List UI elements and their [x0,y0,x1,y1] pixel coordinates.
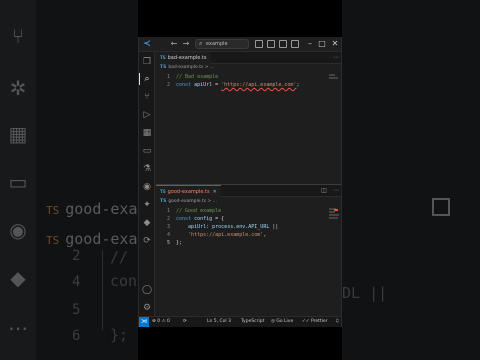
code-line: 3 apiUrl: process.env.API_URL || [166,224,279,230]
status-bar: ⋊ ⊗ 0 ⚠ 0 ⟳ Ln 5, Col 3 TypeScript ◎ Go … [139,316,341,327]
typescript-file-icon: TS [160,55,166,60]
close-tab-icon[interactable]: ✕ [213,189,217,195]
breadcrumb-top: TS bad-example.ts > ... [160,65,215,70]
source-control-icon[interactable]: ⑂ [141,91,153,103]
live-share-icon[interactable]: ⟳ [141,235,153,247]
title-bar: ≺ ← → ⌕ example – □ ✕ [139,37,341,52]
search-icon[interactable]: ⌕ [141,73,153,85]
background-indent-guide [102,250,110,330]
run-debug-icon[interactable]: ▷ [141,109,153,121]
extensions-icon[interactable]: ▦ [141,127,153,139]
notifications-icon[interactable]: ♫ [335,317,339,327]
code-editor-bottom[interactable]: 1// Good example 2 const config = { 3 api… [156,207,341,247]
docker-icon: ◆ [10,266,26,290]
background-right: DL || [342,0,480,360]
background-line-number: 6 [72,328,81,344]
code-line: 1// Good example [166,208,222,214]
background-left: ⑂ ✲ ▦ ▭ ◉ ◆ ⋯ TSgood-example TSgood-exa … [0,0,138,360]
background-split-icon [432,198,450,216]
search-icon: ⌕ [199,40,203,47]
docker-icon[interactable]: ◆ [141,217,153,229]
active-indicator [139,73,140,85]
problems-status[interactable]: ⊗ 0 ⚠ 0 [152,317,170,327]
background-line-number: 5 [72,302,81,318]
error-marker [334,209,338,211]
extensions-icon: ▦ [8,122,28,146]
cursor-position[interactable]: Ln 5, Col 3 [207,317,231,327]
code-line: 4 'https://api.example.com', [166,232,267,238]
code-line: 1// Bad example [166,74,219,80]
typescript-file-icon: TS [160,189,166,194]
tab-bar-bottom: TS good-example.ts ✕ ◫ ⋯ [156,185,341,197]
tab-bar-top: TS bad-example.ts ⋯ [156,52,341,64]
breadcrumb-bottom: TS good-example.ts > ... [160,199,217,204]
code-line: 2 const config = { [166,216,225,222]
command-center-search[interactable]: ⌕ example [195,39,249,49]
gitlens-icon[interactable]: ◉ [141,181,153,193]
minimap-top[interactable] [327,73,341,80]
close-window-icon[interactable]: ✕ [330,38,340,50]
tab-bad-example[interactable]: TS bad-example.ts [156,52,211,64]
minimize-icon[interactable]: – [305,38,315,50]
tab-label: bad-example.ts [167,55,207,61]
maximize-icon[interactable]: □ [317,38,327,50]
background-code-line: cons [110,272,138,290]
code-editor-top[interactable]: 1// Bad example 2 const apiUrl = 'https:/… [156,73,341,89]
toggle-secondary-sidebar-icon[interactable] [279,40,287,48]
customize-layout-icon[interactable] [291,40,299,48]
split-editor-icon[interactable]: ◫ [320,186,328,195]
more-actions-icon[interactable]: ⋯ [332,53,340,62]
settings-gear-icon[interactable]: ⚙ [141,302,153,314]
vscode-logo-icon: ≺ [143,39,151,49]
typescript-file-icon: TS [160,65,167,70]
language-mode[interactable]: TypeScript [241,317,264,327]
forward-arrow-icon[interactable]: → [181,39,191,49]
background-code-line: }; [110,326,129,344]
go-live-button[interactable]: ◎ Go Live [271,317,293,327]
back-arrow-icon[interactable]: ← [169,39,179,49]
search-text: example [206,41,228,47]
gitlens-icon: ◉ [9,218,27,242]
remote-explorer-icon: ▭ [8,170,28,194]
background-line-number: 2 [72,248,81,264]
prettier-status[interactable]: ✓✓ Prettier [302,317,328,327]
code-line: 5}; [166,240,183,246]
remote-explorer-icon[interactable]: ▭ [141,145,153,157]
background-tab-2: TS good-exa [46,230,138,248]
typescript-file-icon: TS [160,199,167,204]
vscode-window: ≺ ← → ⌕ example – □ ✕ ❐ ⌕ ⑂ ▷ ▦ ▭ ⚗ ◉ ✦ … [138,37,342,327]
toggle-sidebar-icon[interactable] [255,40,263,48]
explorer-icon[interactable]: ❐ [141,56,153,68]
tab-label: good-example.ts [167,189,210,195]
code-line: 2 const apiUrl = 'https://api.example.com… [166,82,300,88]
background-code-fragment: DL || [342,284,388,302]
ai-chat-icon[interactable]: ✦ [141,199,153,211]
more-actions-icon[interactable]: ⋯ [332,186,340,195]
tab-good-example[interactable]: TS good-example.ts ✕ [156,185,221,197]
accounts-icon[interactable]: ◯ [141,284,153,296]
more-icon: ⋯ [8,316,28,340]
toggle-panel-icon[interactable] [267,40,275,48]
background-code-line: // G [110,248,138,266]
remote-indicator-icon[interactable]: ⋊ [139,317,149,327]
live-share-status[interactable]: ⟳ [183,317,187,327]
source-control-icon: ⑂ [12,24,24,48]
background-line-number: 4 [72,274,81,290]
activity-bar: ❐ ⌕ ⑂ ▷ ▦ ▭ ⚗ ◉ ✦ ◆ ⟳ ◯ ⚙ [139,52,155,316]
testing-icon[interactable]: ⚗ [141,163,153,175]
debug-icon: ✲ [9,76,27,100]
background-tab-1: TSgood-example [46,200,138,218]
